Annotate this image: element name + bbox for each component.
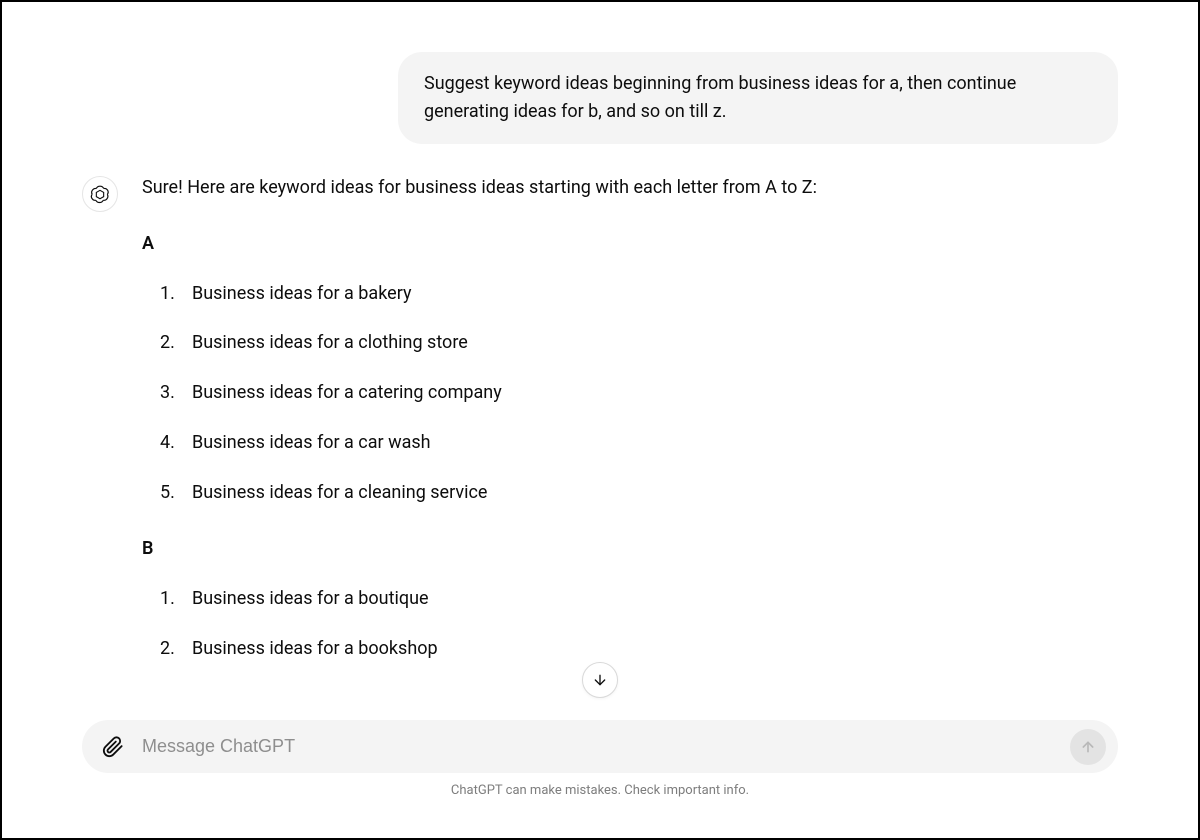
scroll-down-button[interactable] [582, 662, 618, 698]
assistant-avatar [82, 176, 118, 212]
list-item: Business ideas for a bookshop [142, 635, 1078, 663]
list-item: Business ideas for a bakery [142, 280, 1078, 308]
list-item-text: Business ideas for a boutique [192, 585, 429, 613]
section-heading: A [142, 230, 1078, 258]
assistant-content: Sure! Here are keyword ideas for busines… [142, 174, 1118, 691]
list-item-text: Business ideas for a clothing store [192, 329, 468, 357]
arrow-up-icon [1080, 739, 1096, 755]
section-heading: B [142, 535, 1078, 563]
list-item: Business ideas for a clothing store [142, 329, 1078, 357]
input-area: ChatGPT can make mistakes. Check importa… [2, 720, 1198, 838]
list-item: Business ideas for a catering company [142, 379, 1078, 407]
chat-container: Suggest keyword ideas beginning from bus… [2, 2, 1198, 708]
list-item-text: Business ideas for a cleaning service [192, 479, 487, 507]
arrow-down-icon [592, 672, 608, 688]
attach-button[interactable] [98, 732, 128, 762]
list-item: Business ideas for a car wash [142, 429, 1078, 457]
list-item: Business ideas for a cleaning service [142, 479, 1078, 507]
ideas-list-b: Business ideas for a boutique Business i… [142, 585, 1078, 663]
list-item-text: Business ideas for a catering company [192, 379, 502, 407]
user-message-row: Suggest keyword ideas beginning from bus… [82, 52, 1118, 144]
message-input[interactable] [142, 728, 1056, 765]
paperclip-icon [102, 736, 124, 758]
disclaimer-text: ChatGPT can make mistakes. Check importa… [82, 783, 1118, 798]
list-item-text: Business ideas for a bookshop [192, 635, 438, 663]
list-item-text: Business ideas for a bakery [192, 280, 411, 308]
openai-logo-icon [89, 183, 111, 205]
user-message: Suggest keyword ideas beginning from bus… [398, 52, 1118, 144]
list-item-text: Business ideas for a car wash [192, 429, 431, 457]
ideas-list-a: Business ideas for a bakery Business ide… [142, 280, 1078, 507]
assistant-message-row: Sure! Here are keyword ideas for busines… [82, 174, 1118, 691]
input-wrapper [82, 720, 1118, 773]
send-button[interactable] [1070, 729, 1106, 765]
list-item: Business ideas for a boutique [142, 585, 1078, 613]
assistant-intro-text: Sure! Here are keyword ideas for busines… [142, 174, 1078, 202]
